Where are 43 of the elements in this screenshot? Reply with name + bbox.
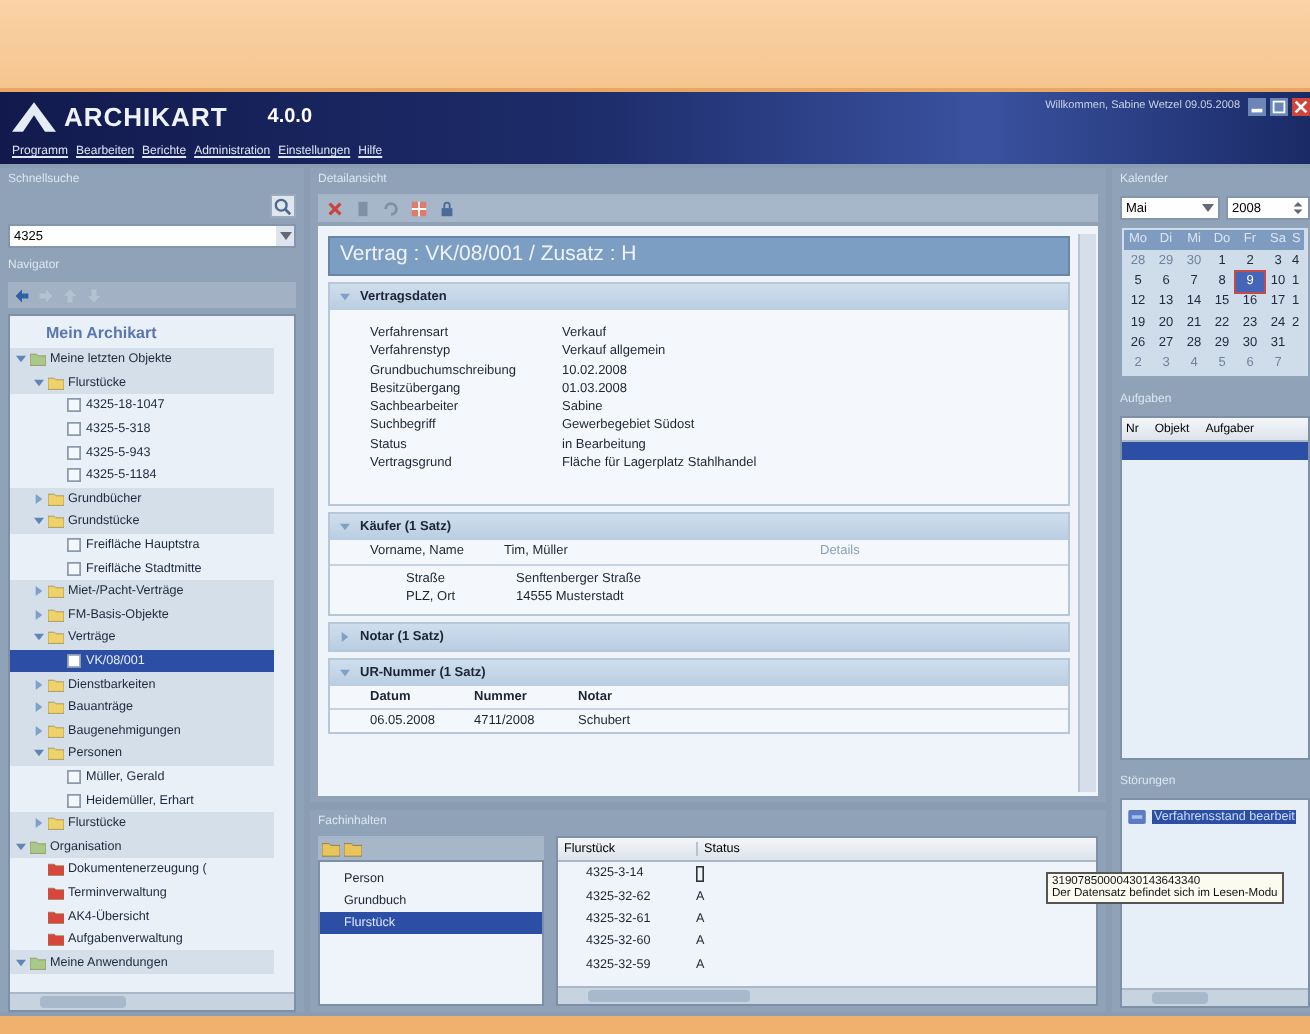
- expander-icon[interactable]: [34, 748, 44, 759]
- expander-icon[interactable]: [34, 609, 44, 620]
- dropdown-arrow-icon[interactable]: [279, 230, 291, 242]
- tree-heading: Mein Archikart: [44, 322, 159, 346]
- document-icon: [66, 654, 82, 669]
- vertical-scrollbar[interactable]: [1078, 234, 1096, 792]
- expander-icon[interactable]: [34, 493, 44, 504]
- record-title: Vertrag : VK/08/001 / Zusatz : H: [328, 236, 1070, 276]
- expand-arrow-icon[interactable]: [340, 631, 350, 642]
- expander-icon[interactable]: [16, 841, 26, 852]
- expander-icon[interactable]: [34, 632, 44, 643]
- maximize-icon[interactable]: [1270, 98, 1288, 116]
- horizontal-scrollbar[interactable]: [10, 992, 294, 1010]
- lock-icon[interactable]: [438, 199, 456, 217]
- expander-icon[interactable]: [34, 586, 44, 597]
- minimize-icon[interactable]: [1248, 98, 1266, 116]
- horizontal-scrollbar[interactable]: [558, 986, 1096, 1004]
- app-logo: ARCHIKART: [64, 101, 228, 131]
- search-button[interactable]: [270, 194, 296, 218]
- horizontal-scrollbar[interactable]: [1122, 988, 1308, 1006]
- spinner-arrows-icon[interactable]: [1292, 202, 1304, 214]
- task-icon: [1128, 809, 1146, 824]
- app-version: 4.0.0: [267, 105, 313, 127]
- expander-icon[interactable]: [34, 679, 44, 690]
- expander-icon[interactable]: [34, 516, 44, 527]
- expander-icon[interactable]: [16, 957, 26, 968]
- back-arrow-icon[interactable]: [14, 287, 30, 303]
- expand-arrow-icon[interactable]: [340, 667, 350, 678]
- task-row[interactable]: [1122, 442, 1308, 461]
- expander-icon[interactable]: [34, 725, 44, 736]
- close-icon[interactable]: [326, 199, 344, 217]
- expander-icon[interactable]: [34, 702, 44, 713]
- dropdown-arrow-icon[interactable]: [1202, 202, 1214, 214]
- expander-icon[interactable]: [34, 377, 44, 388]
- expander-icon[interactable]: [34, 818, 44, 829]
- logo-triangle-icon: [12, 101, 56, 131]
- expand-arrow-icon[interactable]: [340, 521, 350, 532]
- expand-arrow-icon[interactable]: [340, 292, 350, 302]
- grid-icon[interactable]: [410, 199, 428, 217]
- empty-box-icon: [696, 865, 704, 882]
- document-icon[interactable]: [354, 199, 372, 217]
- undo-icon[interactable]: [382, 199, 400, 217]
- expander-icon[interactable]: [16, 354, 26, 365]
